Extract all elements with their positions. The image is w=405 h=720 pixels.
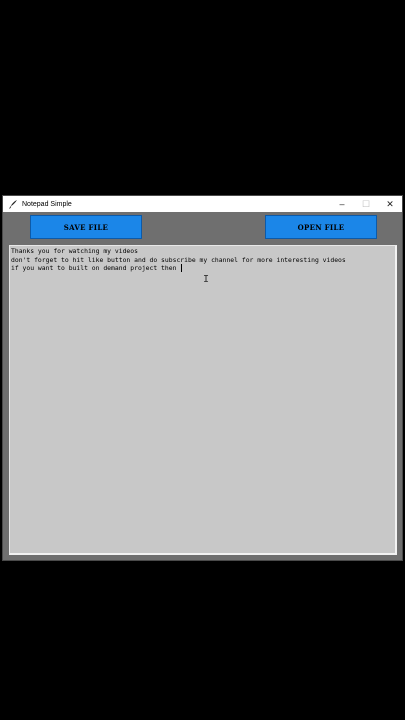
title-bar[interactable]: Notepad Simple – ☐ ✕ <box>3 196 402 212</box>
maximize-button[interactable]: ☐ <box>354 196 378 212</box>
text-editor[interactable]: Thanks you for watching my videos don't … <box>9 245 397 555</box>
window-controls: – ☐ ✕ <box>330 196 402 212</box>
text-caret <box>181 264 183 273</box>
save-file-button[interactable]: SAVE FILE <box>30 215 142 239</box>
close-button[interactable]: ✕ <box>378 196 402 212</box>
text-line: if you want to built on demand project t… <box>11 264 394 273</box>
notepad-window: Notepad Simple – ☐ ✕ SAVE FILE OPEN FILE… <box>2 195 403 561</box>
text-line: Thanks you for watching my videos <box>11 247 138 255</box>
text-line: don't forget to hit like button and do s… <box>11 255 346 264</box>
window-title: Notepad Simple <box>22 200 72 208</box>
feather-pen-icon <box>7 198 19 210</box>
open-file-button[interactable]: OPEN FILE <box>265 215 377 239</box>
text-cursor-icon: I <box>203 274 210 285</box>
minimize-button[interactable]: – <box>330 196 354 212</box>
text-line-content: if you want to built on demand project t… <box>11 264 181 273</box>
